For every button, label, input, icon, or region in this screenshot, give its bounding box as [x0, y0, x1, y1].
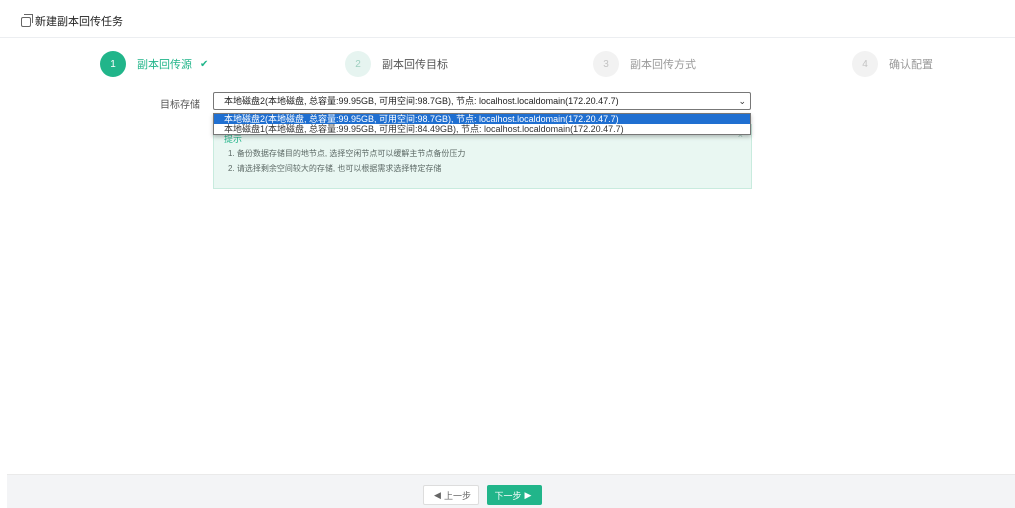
step-indicator: 1 副本回传源 ✔ 2 副本回传目标 3 副本回传方式 4 确认配置: [0, 50, 1015, 80]
step-2-number: 2: [345, 51, 371, 77]
arrow-left-circle-icon: ◀: [434, 489, 441, 500]
next-step-label: 下一步: [494, 490, 522, 501]
target-storage-selected: 本地磁盘2(本地磁盘, 总容量:99.95GB, 可用空间:98.7GB), 节…: [224, 96, 619, 106]
chevron-down-icon: ⌄: [738, 96, 746, 106]
step-4-label: 确认配置: [889, 59, 933, 71]
dropdown-option-disk2[interactable]: 本地磁盘2(本地磁盘, 总容量:99.95GB, 可用空间:98.7GB), 节…: [214, 114, 750, 124]
target-storage-label: 目标存储: [160, 100, 200, 111]
prev-step-label: 上一步: [443, 490, 471, 501]
target-storage-select[interactable]: 本地磁盘2(本地磁盘, 总容量:99.95GB, 可用空间:98.7GB), 节…: [213, 92, 751, 110]
dropdown-option-disk1[interactable]: 本地磁盘1(本地磁盘, 总容量:99.95GB, 可用空间:84.49GB), …: [214, 124, 750, 134]
step-2[interactable]: 2 副本回传目标: [345, 50, 448, 78]
step-1-label: 副本回传源: [137, 59, 192, 71]
step-2-label: 副本回传目标: [382, 59, 448, 71]
step-3-label: 副本回传方式: [630, 59, 696, 71]
step-1-number: 1: [100, 51, 126, 77]
page-title: 新建副本回传任务: [35, 16, 123, 28]
copy-icon: [21, 14, 33, 27]
step-4[interactable]: 4 确认配置: [852, 50, 933, 78]
footer-bar: ◀ 上一步 下一步 ▶: [7, 474, 1015, 508]
target-storage-dropdown: 本地磁盘2(本地磁盘, 总容量:99.95GB, 可用空间:98.7GB), 节…: [213, 113, 751, 135]
check-icon: ✔: [200, 58, 209, 70]
tip-line-1: 1. 备份数据存储目的地节点, 选择空闲节点可以缓解主节点备份压力: [228, 149, 466, 158]
step-3[interactable]: 3 副本回传方式: [593, 50, 696, 78]
step-4-number: 4: [852, 51, 878, 77]
target-storage-row: 目标存储 本地磁盘2(本地磁盘, 总容量:99.95GB, 可用空间:98.7G…: [0, 90, 1015, 112]
arrow-right-circle-icon: ▶: [524, 489, 532, 500]
step-1[interactable]: 1 副本回传源 ✔: [100, 50, 208, 78]
next-step-button[interactable]: 下一步 ▶: [487, 485, 542, 505]
tip-line-2: 2. 请选择剩余空间较大的存储, 也可以根据需求选择特定存储: [228, 164, 442, 173]
page: 新建副本回传任务 1 副本回传源 ✔ 2 副本回传目标 3 副本回传方式 4 确…: [0, 0, 1015, 508]
prev-step-button[interactable]: ◀ 上一步: [423, 485, 479, 505]
step-3-number: 3: [593, 51, 619, 77]
page-header: 新建副本回传任务: [0, 0, 1015, 38]
